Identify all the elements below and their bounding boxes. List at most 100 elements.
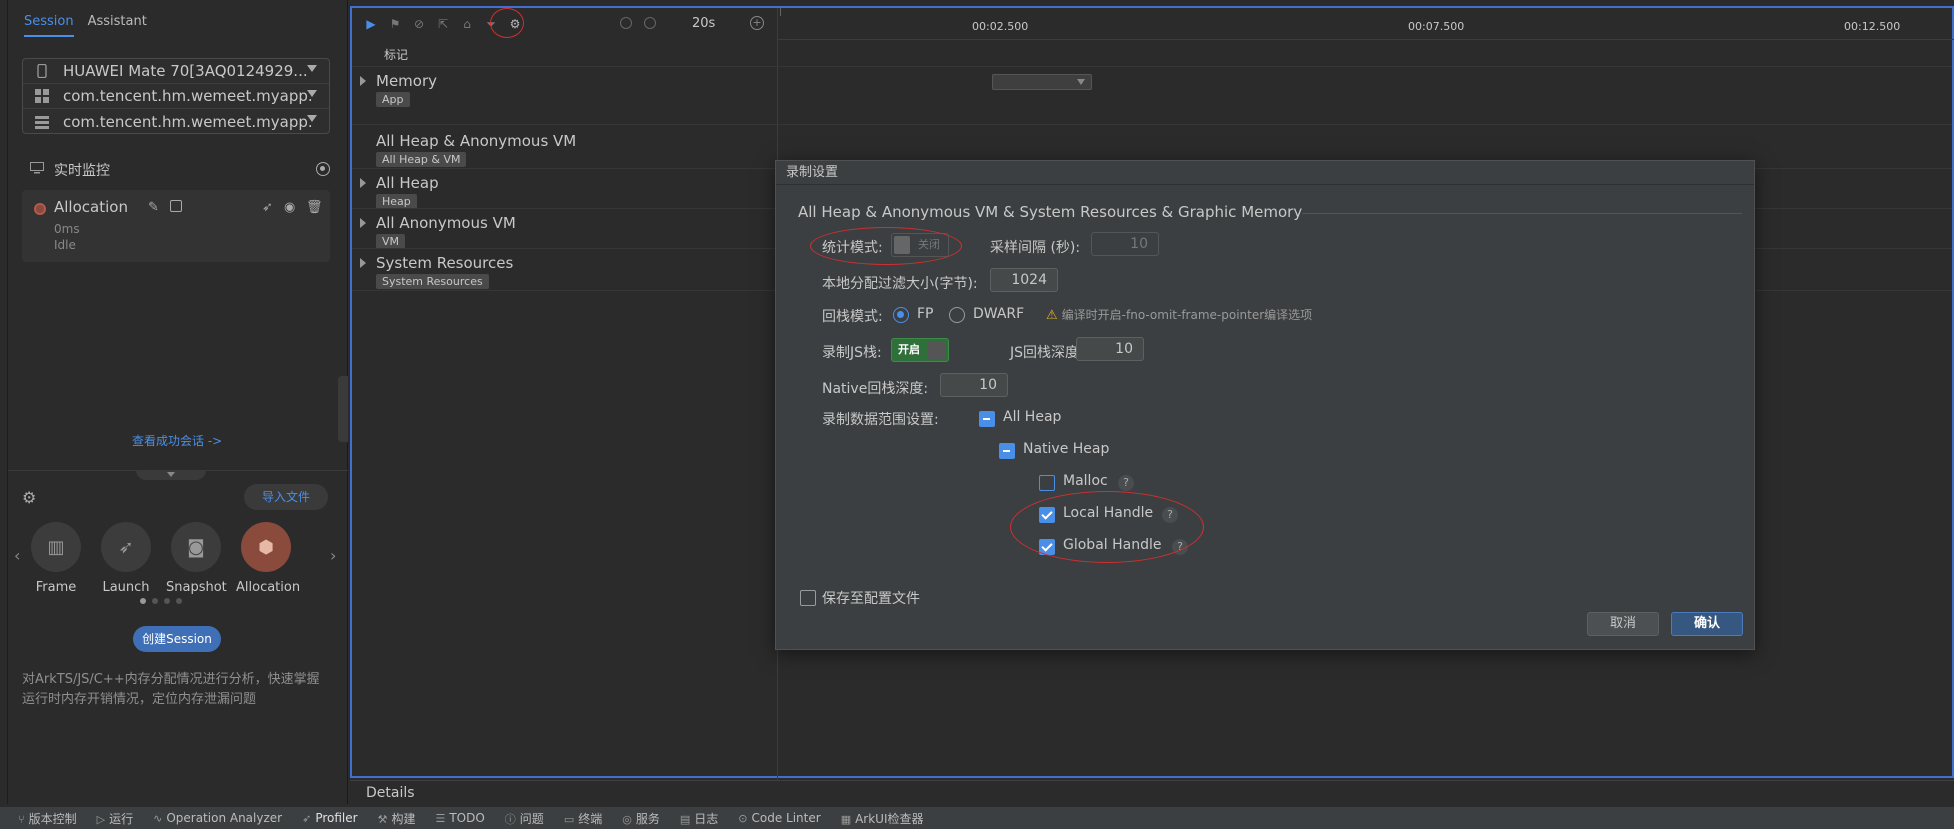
details-panel: Details [350,780,1954,804]
carousel-dot[interactable] [140,598,146,604]
record-icon[interactable]: ◉ [284,200,295,215]
tool-version-control[interactable]: ⑂ 版本控制 [18,810,77,827]
mode-launch[interactable]: ➶ Launch [96,522,156,595]
toggle-knob [928,341,946,359]
tool-services[interactable]: ◎ 服务 [622,810,660,827]
tool-log[interactable]: ▤ 日志 [680,810,718,827]
checkbox-all-heap[interactable] [979,411,995,427]
carousel-dot[interactable] [164,598,170,604]
device-dropdown[interactable]: HUAWEI Mate 70[3AQ0124929... [23,59,329,84]
checkbox-native-heap[interactable] [999,443,1015,459]
branch-icon: ⑂ [18,812,25,826]
mode-frame[interactable]: ▥ Frame [26,522,86,595]
tab-assistant[interactable]: Assistant [88,14,147,37]
expand-arrow-icon[interactable] [360,218,366,228]
gear-icon[interactable]: ⚙ [22,490,38,506]
eye-icon[interactable] [316,162,330,176]
tool-operation-analyzer[interactable]: ∿ Operation Analyzer [153,811,282,825]
radio-dwarf[interactable] [949,307,965,323]
lane-title: Memory [376,72,438,90]
device-label: HUAWEI Mate 70[3AQ0124929... [63,62,308,80]
mode-snapshot[interactable]: ◙ Snapshot [166,522,227,595]
js-stack-toggle[interactable]: 开启 [891,338,949,362]
tool-build[interactable]: ⚒ 构建 [378,810,416,827]
memory-type-dropdown[interactable] [992,74,1092,90]
highlight-ellipse [1010,491,1204,563]
carousel-dot[interactable] [152,598,158,604]
terminal-icon: ▭ [563,812,575,826]
highlight-circle [490,8,524,38]
process-dropdown[interactable]: com.tencent.hm.wemeet.myapp... [23,109,329,134]
native-depth-input[interactable]: 10 [940,373,1008,397]
left-tool-strip [0,0,8,804]
tool-terminal[interactable]: ▭ 终端 [564,810,602,827]
play-icon[interactable]: ▶ [364,17,378,31]
mode-description: 对ArkTS/JS/C++内存分配情况进行分析，快速掌握运行时内存开销情况，定位… [22,672,320,707]
stack-mode-label: 回栈模式: [822,309,883,325]
inspector-icon: ▦ [840,812,852,826]
help-icon[interactable]: ? [1118,475,1134,491]
device-selector: HUAWEI Mate 70[3AQ0124929... com.tencent… [22,58,330,134]
expand-arrow-icon[interactable] [360,76,366,86]
info-icon: ⓘ [504,812,516,826]
checkbox-native-heap-label: Native Heap [1023,441,1110,457]
rocket-icon[interactable]: ➶ [262,200,273,215]
tool-label: 终端 [578,811,603,826]
mode-allocation[interactable]: ⬢ Allocation [236,522,301,595]
tool-problems[interactable]: ⓘ 问题 [505,810,544,827]
tool-arkui-inspector[interactable]: ▦ ArkUI检查器 [841,810,924,827]
expand-arrow-icon[interactable] [360,258,366,268]
services-icon: ◎ [622,812,632,826]
lane-title: System Resources [376,254,514,272]
lane-tag: App [376,92,410,107]
monitor-icon [30,162,44,178]
radio-dwarf-label: DWARF [973,306,1025,322]
app-dropdown[interactable]: com.tencent.hm.wemeet.myapp... [23,84,329,109]
tool-todo[interactable]: ☰ TODO [435,811,484,825]
carousel-dot[interactable] [176,598,182,604]
tool-code-linter[interactable]: ⊙ Code Linter [738,811,820,825]
import-file-button[interactable]: 导入文件 [244,484,328,510]
radio-fp[interactable] [893,307,909,323]
panel-resize-handle[interactable] [338,376,348,442]
tag-icon[interactable] [170,200,182,212]
confirm-button[interactable]: 确认 [1671,612,1743,636]
view-success-sessions-link[interactable]: 查看成功会话 -> [132,432,222,449]
save-icon[interactable]: ⌂ [460,17,474,31]
lane-title: All Heap & Anonymous VM [376,132,577,150]
chevron-left-icon[interactable]: ‹ [14,546,20,565]
tool-run[interactable]: ▷ 运行 [97,810,133,827]
export-icon[interactable]: ⇱ [436,17,450,31]
zoom-out-icon[interactable] [620,17,632,29]
js-depth-input[interactable]: 10 [1076,337,1144,361]
process-list-icon [35,115,49,129]
cancel-button[interactable]: 取消 [1587,612,1659,636]
mode-label: Allocation [236,580,301,595]
checkbox-malloc[interactable] [1039,475,1055,491]
checkbox-all-heap-label: All Heap [1003,409,1062,425]
pencil-icon[interactable]: ✎ [148,200,159,215]
lane-tag: VM [376,234,406,249]
flag-icon[interactable]: ⚑ [388,17,402,31]
trash-icon[interactable]: 🗑 [306,200,323,215]
tab-session[interactable]: Session [24,14,74,37]
zoom-reset-icon[interactable] [644,17,656,29]
sample-interval-input[interactable]: 10 [1091,232,1159,256]
camera-icon: ◙ [171,522,221,572]
filter-size-input[interactable]: 1024 [990,268,1058,292]
js-stack-label: 录制JS栈: [822,345,882,361]
realtime-monitor-header: 实时监控 [30,160,330,180]
checkbox-save-config[interactable] [800,590,816,606]
allocation-session-card[interactable]: Allocation ✎ 0ms Idle ➶ ◉ 🗑 [22,190,330,262]
mark-label: 标记 [384,48,409,62]
stop-icon[interactable]: ⊘ [412,17,426,31]
tool-label: 问题 [519,811,544,826]
chevron-right-icon[interactable]: › [330,546,336,565]
expand-arrow-icon[interactable] [360,178,366,188]
collapse-toggle[interactable] [136,470,206,480]
create-session-button[interactable]: 创建Session [133,626,221,652]
run-icon: ▷ [96,812,106,826]
cube-icon: ⬢ [241,522,291,572]
zoom-in-icon[interactable]: + [750,16,764,30]
tool-profiler[interactable]: ➶ Profiler [302,811,357,825]
